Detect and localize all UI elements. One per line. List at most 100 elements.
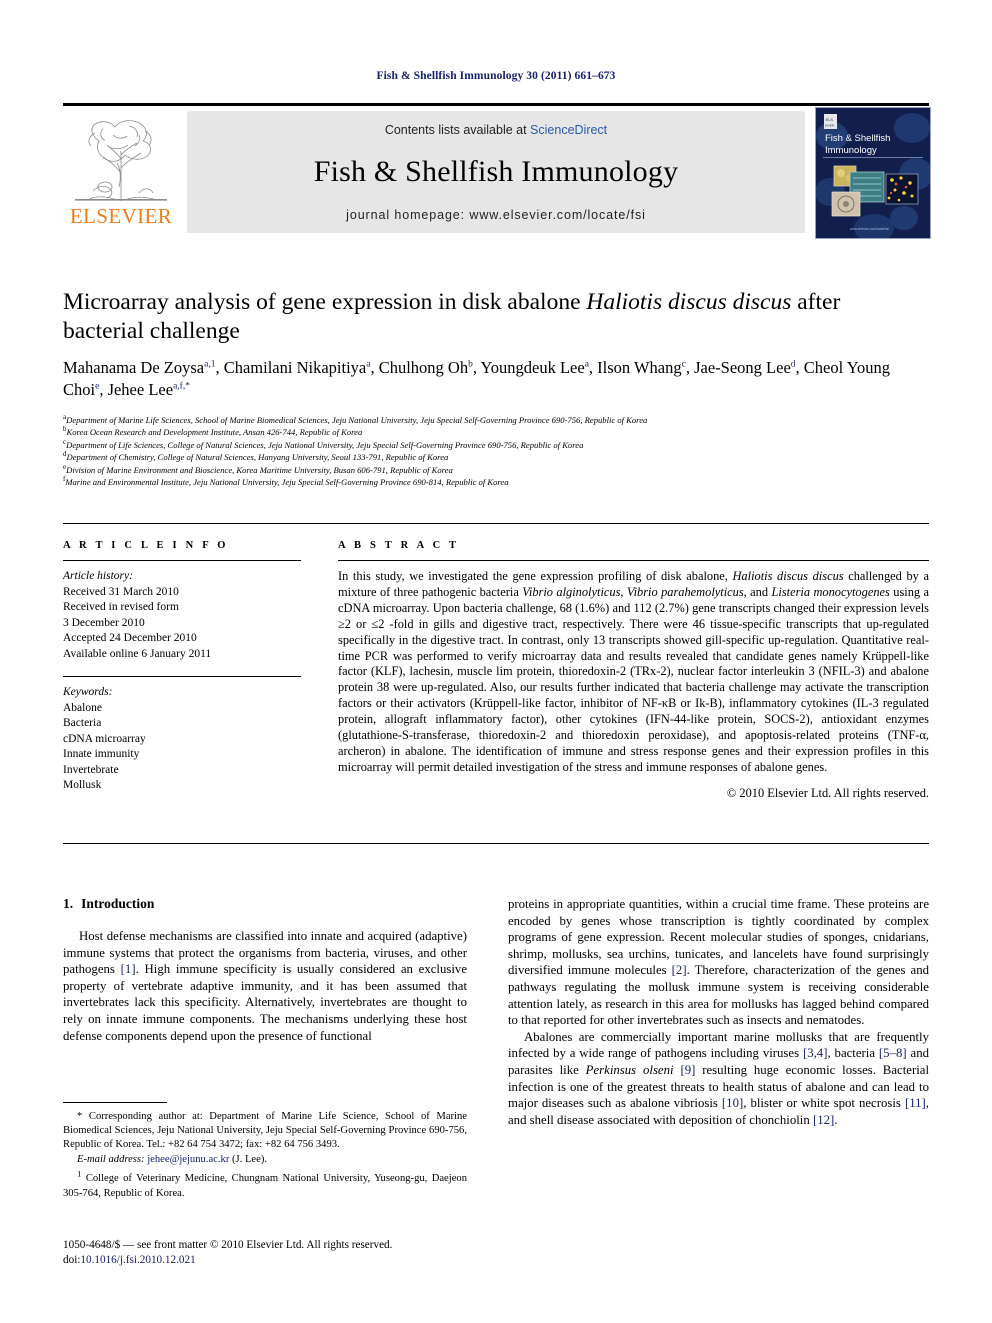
contents-available-line: Contents lists available at ScienceDirec… bbox=[187, 123, 805, 137]
footnote-rule bbox=[63, 1102, 167, 1103]
author-affiliation-mark: d bbox=[790, 359, 796, 370]
keywords-rule bbox=[63, 676, 301, 677]
citation-ref[interactable]: [3,4] bbox=[803, 1046, 828, 1060]
citation-ref[interactable]: [10] bbox=[722, 1096, 743, 1110]
author-name: Ilson Whang bbox=[597, 358, 682, 377]
affiliation-item: cDepartment of Life Sciences, College of… bbox=[63, 438, 923, 451]
author-name: Chamilani Nikapitiya bbox=[223, 358, 367, 377]
author-affiliation-mark: a,f,* bbox=[173, 381, 190, 392]
abstract-column: A B S T R A C T In this study, we invest… bbox=[338, 540, 929, 801]
running-head: Fish & Shellfish Immunology 30 (2011) 66… bbox=[376, 70, 616, 82]
affiliation-text: Division of Marine Environment and Biosc… bbox=[66, 464, 453, 475]
affiliation-list: aDepartment of Marine Life Sciences, Sch… bbox=[63, 414, 923, 488]
affiliation-text: Korea Ocean Research and Development Ins… bbox=[66, 427, 363, 438]
elsevier-logo: ELSEVIER bbox=[63, 111, 179, 233]
author-affiliation-mark: c bbox=[681, 359, 686, 370]
doi-link[interactable]: 10.1016/j.fsi.2010.12.021 bbox=[80, 1254, 195, 1266]
affiliation-text: Marine and Environmental Institute, Jeju… bbox=[65, 477, 509, 488]
author-affiliation-mark: a,1 bbox=[204, 359, 216, 370]
keyword-item[interactable]: Innate immunity bbox=[63, 747, 301, 763]
article-info-rule bbox=[63, 560, 301, 561]
doi-line: doi:10.1016/j.fsi.2010.12.021 bbox=[63, 1253, 483, 1268]
corresponding-author-text: * Corresponding author at: Department of… bbox=[63, 1111, 467, 1151]
keyword-item[interactable]: Bacteria bbox=[63, 716, 301, 732]
author-name: Jae-Seong Lee bbox=[694, 358, 791, 377]
introduction-heading: 1. Introduction bbox=[63, 896, 467, 912]
journal-cover-thumbnail: ELS EVIER Fish & Shellfish Immunology ww… bbox=[815, 107, 931, 239]
journal-title: Fish & Shellfish Immunology bbox=[313, 155, 679, 188]
author-affiliation-mark: e bbox=[95, 381, 100, 392]
affiliation-item: eDivision of Marine Environment and Bios… bbox=[63, 463, 923, 476]
affiliation-text: Department of Chemistry, College of Natu… bbox=[66, 452, 449, 463]
contents-prefix: Contents lists available at bbox=[384, 123, 531, 137]
citation-ref[interactable]: [2] bbox=[672, 963, 687, 977]
keywords-block: Keywords: Abalone Bacteria cDNA microarray… bbox=[63, 676, 301, 794]
footnote-email: E-mail address: jehee@jejunu.ac.kr (J. L… bbox=[63, 1153, 467, 1167]
keyword-item[interactable]: Abalone bbox=[63, 701, 301, 717]
section-title: Introduction bbox=[81, 896, 155, 911]
journal-homepage-link[interactable]: journal homepage: www.elsevier.com/locat… bbox=[187, 208, 805, 222]
footnote-block: * Corresponding author at: Department of… bbox=[63, 1102, 467, 1201]
title-species-name: Haliotis discus discus bbox=[586, 289, 792, 315]
section-number: 1. bbox=[63, 896, 74, 911]
author-name: Chulhong Oh bbox=[378, 358, 469, 377]
article-history-line: Received in revised form bbox=[63, 601, 179, 613]
citation-ref[interactable]: [9] bbox=[680, 1063, 695, 1077]
abstract-heading: A B S T R A C T bbox=[338, 540, 460, 551]
footnote-note-1: 1 College of Veterinary Medicine, Chungn… bbox=[63, 1167, 467, 1201]
author-affiliation-mark: a bbox=[366, 359, 371, 370]
info-band-bottom-rule bbox=[63, 843, 929, 844]
affiliation-item: fMarine and Environmental Institute, Jej… bbox=[63, 476, 923, 488]
citation-ref[interactable]: [11] bbox=[905, 1096, 926, 1110]
author-name: Youngdeuk Lee bbox=[480, 358, 585, 377]
email-suffix: (J. Lee). bbox=[229, 1153, 267, 1165]
abstract-rule bbox=[338, 560, 929, 561]
intro-paragraph-1: Host defense mechanisms are classified i… bbox=[63, 929, 467, 1043]
article-title: Microarray analysis of gene expression i… bbox=[63, 288, 908, 346]
info-band-top-rule bbox=[63, 523, 929, 524]
affiliation-item: dDepartment of Chemistry, College of Nat… bbox=[63, 451, 923, 463]
article-history-line: 3 December 2010 bbox=[63, 616, 145, 629]
footnote-corresponding-author: * Corresponding author at: Department of… bbox=[63, 1110, 467, 1153]
journal-masthead: ELSEVIER Contents lists available at Sci… bbox=[63, 103, 931, 239]
author-list: Mahanama De Zoysaa,1, Chamilani Nikapiti… bbox=[63, 358, 890, 399]
citation-ref[interactable]: [12] bbox=[813, 1113, 834, 1127]
note-1-body: College of Veterinary Medicine, Chungnam… bbox=[63, 1173, 468, 1199]
intro-paragraph-1-cont: proteins in appropriate quantities, with… bbox=[508, 897, 929, 1028]
abstract-copyright: © 2010 Elsevier Ltd. All rights reserved… bbox=[726, 785, 929, 800]
keyword-item[interactable]: Invertebrate bbox=[63, 763, 301, 779]
abstract-text: In this study, we investigated the gene … bbox=[338, 569, 930, 774]
affiliation-text: Department of Marine Life Sciences, Scho… bbox=[66, 415, 648, 425]
email-link[interactable]: jehee@jejunu.ac.kr bbox=[147, 1154, 229, 1165]
page-footer: 1050-4648/$ — see front matter © 2010 El… bbox=[63, 1238, 483, 1267]
note-1-text: 1 College of Veterinary Medicine, Chungn… bbox=[63, 1169, 468, 1199]
citation-ref[interactable]: [1] bbox=[121, 962, 136, 976]
keyword-item[interactable]: cDNA microarray bbox=[63, 732, 301, 748]
email-label: E-mail address: bbox=[77, 1153, 145, 1165]
svg-text:ELS: ELS bbox=[826, 117, 834, 122]
sciencedirect-link[interactable]: ScienceDirect bbox=[530, 123, 607, 137]
elsevier-wordmark: ELSEVIER bbox=[69, 204, 173, 228]
issn-copyright-line: 1050-4648/$ — see front matter © 2010 El… bbox=[63, 1239, 393, 1251]
body-column-left: 1. Introduction Host defense mechanisms a… bbox=[63, 896, 467, 1044]
journal-article-page: Fish & Shellfish Immunology 30 (2011) 66… bbox=[0, 0, 992, 1323]
article-info-column: A R T I C L E I N F O Article history: R… bbox=[63, 540, 301, 794]
svg-text:EVIER: EVIER bbox=[825, 124, 835, 128]
author-name: Mahanama De Zoysa bbox=[63, 358, 205, 377]
article-history-line: Available online 6 January 2011 bbox=[63, 647, 212, 660]
citation-ref[interactable]: [5–8] bbox=[879, 1046, 907, 1060]
article-history-label: Article history: bbox=[63, 570, 133, 582]
title-part-1: Microarray analysis of gene expression i… bbox=[63, 289, 587, 315]
article-history-lines: Received 31 March 2010 Received in revise… bbox=[63, 585, 301, 663]
article-history-line: Received 31 March 2010 bbox=[63, 585, 179, 598]
keyword-item[interactable]: Mollusk bbox=[63, 778, 301, 794]
article-history-line: Accepted 24 December 2010 bbox=[63, 632, 197, 644]
article-info-heading: A R T I C L E I N F O bbox=[63, 540, 229, 551]
svg-text:Immunology: Immunology bbox=[825, 145, 877, 156]
elsevier-tree-icon bbox=[75, 120, 167, 201]
body-column-right: proteins in appropriate quantities, with… bbox=[508, 896, 929, 1128]
author-affiliation-mark: a bbox=[584, 359, 589, 370]
note-1-mark: 1 bbox=[77, 1168, 82, 1179]
keywords-label: Keywords: bbox=[63, 686, 113, 698]
intro-paragraph-2: Abalones are commercially important mari… bbox=[508, 1029, 929, 1127]
